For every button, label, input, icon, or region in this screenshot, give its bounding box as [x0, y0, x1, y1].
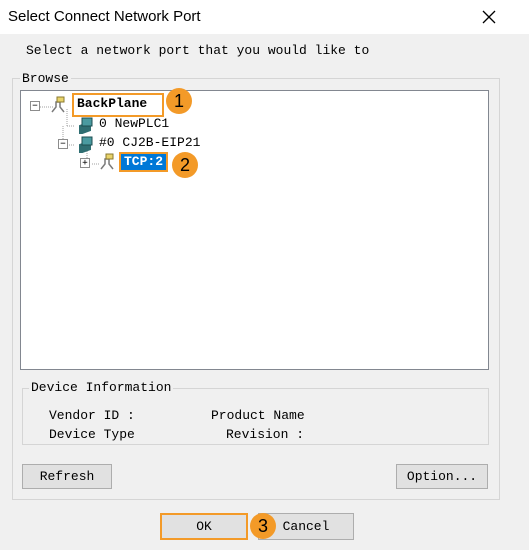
revision-label: Revision :: [226, 427, 305, 442]
callout-1: 1: [166, 88, 192, 114]
network-tree[interactable]: − BackPlane 0 NewPLC1 − #0 CJ2B-EIP21 + …: [20, 90, 489, 370]
window-title: Select Connect Network Port: [8, 8, 201, 25]
ok-button[interactable]: OK: [160, 513, 248, 540]
ok-button-label: OK: [196, 519, 212, 534]
cancel-button-label: Cancel: [282, 519, 330, 534]
port-icon: [99, 153, 117, 176]
vendor-id-label: Vendor ID :: [49, 408, 135, 423]
refresh-button-label: Refresh: [39, 469, 95, 484]
option-button-label: Option...: [406, 469, 478, 484]
option-button[interactable]: Option...: [396, 464, 488, 489]
root-expander[interactable]: −: [30, 101, 40, 111]
tcp-expander[interactable]: +: [80, 158, 90, 168]
callout-3: 3: [250, 513, 276, 539]
tree-item-tcp2[interactable]: TCP:2: [124, 154, 163, 169]
device-info-legend: Device Information: [29, 380, 174, 395]
browse-legend: Browse: [20, 71, 71, 86]
module-icon: [77, 135, 95, 158]
cj2b-expander[interactable]: −: [58, 139, 68, 149]
close-icon[interactable]: [478, 6, 500, 28]
device-type-label: Device Type: [49, 427, 135, 442]
instruction-text: Select a network port that you would lik…: [26, 43, 370, 58]
tree-item-newplc1[interactable]: 0 NewPLC1: [99, 116, 169, 131]
refresh-button[interactable]: Refresh: [22, 464, 112, 489]
callout-2: 2: [172, 152, 198, 178]
tree-item-backplane[interactable]: BackPlane: [77, 96, 147, 111]
network-icon: [50, 96, 68, 119]
tree-item-cj2b-eip21[interactable]: #0 CJ2B-EIP21: [99, 135, 200, 150]
product-name-label: Product Name: [211, 408, 305, 423]
